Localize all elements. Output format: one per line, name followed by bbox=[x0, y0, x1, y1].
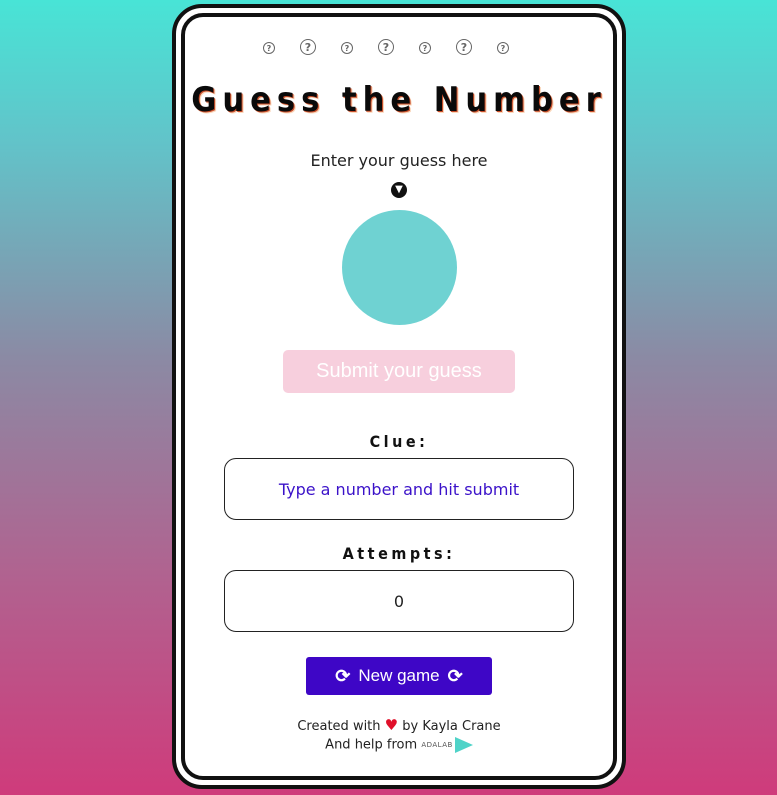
credit-suffix: by Kayla Crane bbox=[402, 719, 501, 734]
clue-text: Type a number and hit submit bbox=[278, 479, 520, 499]
submit-guess-button[interactable]: Submit your guess bbox=[283, 350, 515, 393]
help-icon: ? bbox=[497, 42, 509, 54]
credit-line: Created with ♥ by Kayla Crane bbox=[172, 716, 626, 734]
help-icon: ? bbox=[378, 39, 394, 55]
guess-input[interactable] bbox=[342, 210, 457, 325]
help-prefix: And help from bbox=[325, 737, 418, 753]
help-icon: ? bbox=[263, 42, 275, 54]
help-icon: ? bbox=[419, 42, 431, 54]
logo-arrow-icon bbox=[454, 737, 473, 753]
credit-prefix: Created with bbox=[297, 719, 381, 734]
refresh-icon: ⟳ bbox=[447, 666, 463, 686]
new-game-label: New game bbox=[358, 666, 440, 685]
clue-label: Clue: bbox=[369, 432, 429, 451]
adalab-logo: ADALAB bbox=[421, 737, 473, 753]
refresh-icon: ⟳ bbox=[335, 666, 351, 686]
help-line: And help from ADALAB bbox=[172, 737, 626, 753]
logo-text: ADALAB bbox=[421, 741, 453, 749]
clue-box: Type a number and hit submit bbox=[224, 458, 574, 520]
heart-icon: ♥ bbox=[384, 716, 399, 734]
arrow-down-circle-icon: ▼ bbox=[391, 182, 407, 198]
page-title: Guess the Number bbox=[191, 80, 607, 120]
guess-prompt: Enter your guess here bbox=[310, 151, 488, 170]
help-icon: ? bbox=[341, 42, 353, 54]
new-game-button[interactable]: ⟳ New game ⟳ bbox=[306, 657, 492, 695]
attempts-box: 0 bbox=[224, 570, 574, 632]
attempts-label: Attempts: bbox=[342, 544, 456, 563]
attempts-value: 0 bbox=[393, 591, 405, 611]
help-icon: ? bbox=[300, 39, 316, 55]
help-icon: ? bbox=[456, 39, 472, 55]
